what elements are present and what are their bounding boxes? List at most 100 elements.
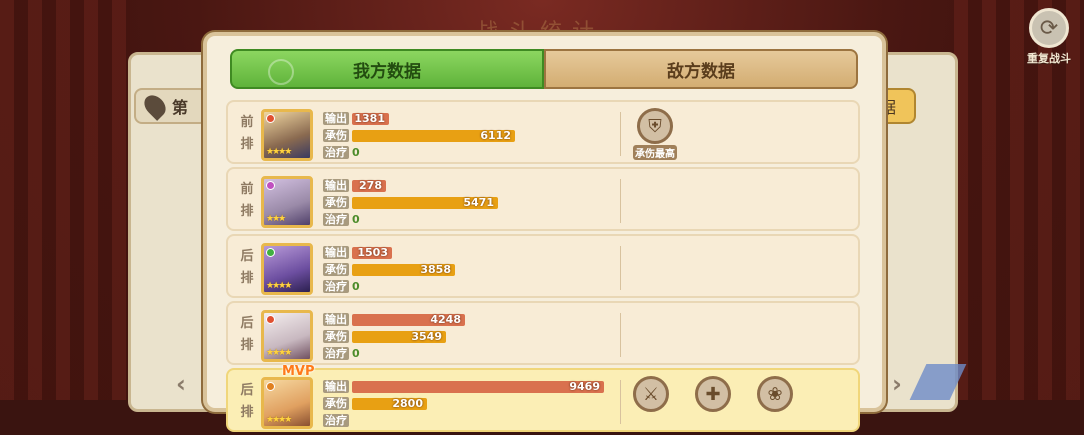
damage-stat: 输出 9469 xyxy=(323,380,604,393)
damage-bar: 1381 xyxy=(352,112,389,125)
heal-value: 0 xyxy=(352,146,360,159)
damage-bar: 278 xyxy=(352,178,386,192)
heal-stat: 治疗 0 xyxy=(323,280,360,293)
heal-label: 治疗 xyxy=(323,414,349,427)
hero-avatar[interactable]: ★★★★ xyxy=(261,310,313,362)
row-divider xyxy=(620,179,621,223)
tank-label: 承伤 xyxy=(323,129,349,142)
achievement-badge[interactable]: ⛨ 承伤最高 xyxy=(633,108,677,160)
damage-bar: 9469 xyxy=(352,379,604,393)
element-icon xyxy=(266,114,275,123)
position-label: 前排 xyxy=(240,115,254,152)
hero-row: 前排 ★★★★ 输出 1381 承伤 6112 治疗 0 ⛨ 承伤最高 xyxy=(226,100,860,164)
star-rating: ★★★★ xyxy=(266,281,292,291)
damage-bar: 4248 xyxy=(352,312,465,326)
tank-bar: 5471 xyxy=(352,195,498,209)
heal-stat: 治疗 0 xyxy=(323,347,360,360)
heal-value: 0 xyxy=(352,347,360,360)
hero-row: 后排 ★★★★ MVP 输出 9469 承伤 2800 治疗 ⚔ ✚ ❀ xyxy=(226,364,860,432)
tank-value: 3549 xyxy=(411,329,442,343)
heal-value: 0 xyxy=(352,280,360,293)
star-rating: ★★★ xyxy=(266,214,286,224)
replay-battle-button[interactable]: ⟳ 重复战斗 xyxy=(1022,8,1076,66)
row-divider xyxy=(620,112,621,156)
damage-label: 输出 xyxy=(323,112,349,125)
star-rating: ★★★★ xyxy=(266,415,292,425)
team-tabs: 我方数据 敌方数据 xyxy=(230,49,858,89)
background-stage-tab: 第 xyxy=(134,88,208,124)
tank-label: 承伤 xyxy=(323,196,349,209)
heal-label: 治疗 xyxy=(323,347,349,360)
heal-label: 治疗 xyxy=(323,280,349,293)
tank-label: 承伤 xyxy=(323,263,349,276)
heal-cross-icon: ✚ xyxy=(695,376,731,412)
shield-icon: ⛨ xyxy=(637,108,673,144)
tank-value: 6112 xyxy=(480,128,511,142)
tank-bar: 3858 xyxy=(352,262,455,276)
damage-label: 输出 xyxy=(323,246,349,259)
achievement-badge[interactable]: ❀ xyxy=(757,376,793,412)
star-rating: ★★★★ xyxy=(266,147,292,157)
star-rating: ★★★★ xyxy=(266,348,292,358)
cat-icon: ❀ xyxy=(757,376,793,412)
element-icon xyxy=(266,248,275,257)
damage-stat: 输出 1503 xyxy=(323,246,392,259)
element-icon xyxy=(266,382,275,391)
damage-label: 输出 xyxy=(323,380,349,393)
tank-stat: 承伤 6112 xyxy=(323,129,515,142)
tank-value: 5471 xyxy=(463,195,494,209)
next-arrow-icon[interactable]: › xyxy=(892,370,912,398)
hero-stat-list: 前排 ★★★★ 输出 1381 承伤 6112 治疗 0 ⛨ 承伤最高前排 ★★★ 输出 278 承伤 54… xyxy=(226,100,860,435)
hero-avatar[interactable]: ★★★ xyxy=(261,176,313,228)
damage-bar: 1503 xyxy=(352,245,392,259)
heal-value: 0 xyxy=(352,213,360,226)
achievement-badge[interactable]: ⚔ xyxy=(633,376,669,412)
tank-label: 承伤 xyxy=(323,397,349,410)
badge-label: 承伤最高 xyxy=(633,145,677,160)
damage-value: 278 xyxy=(359,178,382,192)
row-divider xyxy=(620,246,621,290)
position-label: 后排 xyxy=(240,383,254,420)
element-icon xyxy=(266,315,275,324)
heal-stat: 治疗 0 xyxy=(323,146,360,159)
sword-icon: ⚔ xyxy=(633,376,669,412)
hero-avatar[interactable]: ★★★★ xyxy=(261,377,313,429)
left-curtain xyxy=(0,0,130,400)
hero-avatar[interactable]: ★★★★ xyxy=(261,109,313,161)
tank-stat: 承伤 5471 xyxy=(323,196,498,209)
replay-label: 重复战斗 xyxy=(1027,52,1071,65)
tank-stat: 承伤 2800 xyxy=(323,397,427,410)
damage-label: 输出 xyxy=(323,179,349,192)
tank-value: 2800 xyxy=(392,396,423,410)
damage-value: 9469 xyxy=(569,379,600,393)
hero-row: 前排 ★★★ 输出 278 承伤 5471 治疗 0 xyxy=(226,167,860,231)
background-stage-text: 第 xyxy=(172,98,189,117)
prev-arrow-icon[interactable]: ‹ xyxy=(176,370,196,398)
damage-stat: 输出 278 xyxy=(323,179,386,192)
tank-value: 3858 xyxy=(420,262,451,276)
damage-label: 输出 xyxy=(323,313,349,326)
row-divider xyxy=(620,313,621,357)
tank-bar: 3549 xyxy=(352,329,446,343)
damage-value: 4248 xyxy=(430,312,461,326)
damage-value: 1503 xyxy=(357,245,388,259)
heal-stat: 治疗 xyxy=(323,414,349,427)
tank-label: 承伤 xyxy=(323,330,349,343)
position-label: 后排 xyxy=(240,249,254,286)
damage-stat: 输出 4248 xyxy=(323,313,465,326)
achievement-badges: ⛨ 承伤最高 xyxy=(633,108,677,160)
tank-bar: 2800 xyxy=(352,396,427,410)
heal-stat: 治疗 0 xyxy=(323,213,360,226)
hero-avatar[interactable]: ★★★★ xyxy=(261,243,313,295)
tab-my-team[interactable]: 我方数据 xyxy=(230,49,544,89)
tank-stat: 承伤 3858 xyxy=(323,263,455,276)
hero-row: 后排 ★★★★ 输出 4248 承伤 3549 治疗 0 xyxy=(226,301,860,365)
tank-bar: 6112 xyxy=(352,128,515,142)
position-label: 后排 xyxy=(240,316,254,353)
element-icon xyxy=(266,181,275,190)
achievement-badges: ⚔ ✚ ❀ xyxy=(633,376,793,412)
achievement-badge[interactable]: ✚ xyxy=(695,376,731,412)
tab-enemy-team[interactable]: 敌方数据 xyxy=(544,49,858,89)
hero-row: 后排 ★★★★ 输出 1503 承伤 3858 治疗 0 xyxy=(226,234,860,298)
tank-stat: 承伤 3549 xyxy=(323,330,446,343)
